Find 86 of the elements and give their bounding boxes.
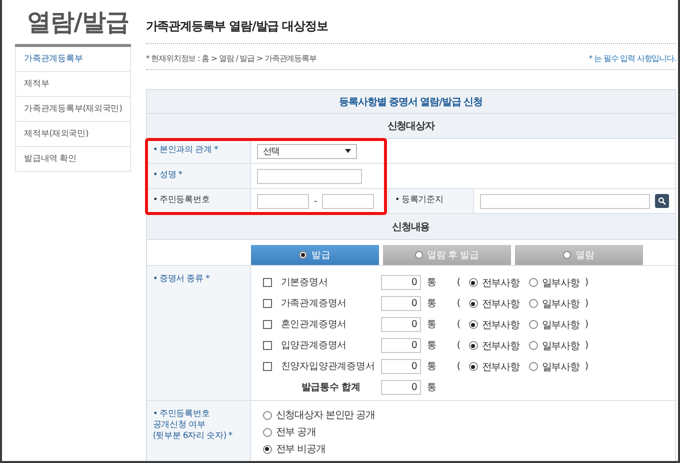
radio-button[interactable] bbox=[468, 299, 478, 308]
radio-option[interactable]: 일부사항 bbox=[528, 296, 585, 310]
required-note: * 는 필수 입력 사항입니다. bbox=[588, 53, 676, 64]
radio-button[interactable] bbox=[262, 444, 272, 454]
field-label: • 성명 * bbox=[146, 164, 251, 188]
sidebar-item[interactable]: 제적부 bbox=[15, 72, 131, 97]
parenthesis: ( bbox=[456, 340, 461, 351]
radio-option[interactable]: 일부사항 bbox=[528, 318, 585, 332]
field-label: • 주민등록번호 공개신청 여부 (뒷부분 6자리 숫자) * bbox=[146, 401, 251, 461]
sidebar-item[interactable]: 제적부(재외국민) bbox=[15, 122, 131, 147]
checkbox[interactable] bbox=[262, 299, 272, 308]
radio-option[interactable]: 일부사항 bbox=[528, 360, 585, 374]
parenthesis: ) bbox=[584, 361, 589, 372]
page-title: 가족관계등록부 열람/발급 대상정보 bbox=[146, 0, 676, 44]
unit-label: 통 bbox=[426, 276, 438, 289]
parenthesis: ( bbox=[456, 361, 461, 372]
section-header: 신청대상자 bbox=[146, 114, 675, 139]
radio-button[interactable] bbox=[468, 320, 478, 329]
unit-label: 통 bbox=[426, 297, 438, 310]
radio-option[interactable]: 전부 공개 bbox=[262, 425, 376, 439]
radio-button[interactable] bbox=[528, 320, 538, 329]
unit-label: 통 bbox=[426, 360, 438, 373]
count-input[interactable]: 0 bbox=[380, 359, 421, 374]
certificate-name: 기본증명서 bbox=[280, 276, 329, 289]
parenthesis: ) bbox=[584, 298, 589, 309]
parenthesis: ) bbox=[584, 340, 589, 351]
radio-option[interactable]: 전부사항 bbox=[468, 296, 529, 310]
checkbox[interactable] bbox=[262, 320, 272, 329]
separator: - bbox=[314, 196, 317, 206]
certificate-name: 친양자입양관계증명서 bbox=[280, 360, 376, 373]
breadcrumb: * 현재위치정보 : 홈 > 열람 / 발급 > 가족관계등록부 bbox=[146, 53, 316, 64]
unit-label: 통 bbox=[426, 339, 438, 352]
radio-option[interactable]: 전부사항 bbox=[468, 338, 529, 352]
radio-option[interactable]: 전부사항 bbox=[468, 360, 529, 374]
radio-button[interactable] bbox=[468, 362, 478, 371]
sidebar-item[interactable]: 가족관계등록부 bbox=[15, 47, 131, 72]
certificate-name: 입양관계증명서 bbox=[280, 339, 348, 352]
field-label: • 본인과의 관계 * bbox=[146, 139, 251, 163]
parenthesis: ( bbox=[456, 298, 461, 309]
rrn-input[interactable] bbox=[256, 194, 309, 208]
radio-option[interactable]: 일부사항 bbox=[528, 276, 585, 290]
unit-label: 통 bbox=[426, 318, 438, 331]
radio-option[interactable]: 일부사항 bbox=[528, 338, 585, 352]
form-title: 등록사항별 증명서 열람/발급 신청 bbox=[146, 90, 675, 114]
search-button[interactable] bbox=[654, 194, 669, 208]
sidebar-title: 열람/발급 bbox=[15, 4, 131, 47]
parenthesis: ( bbox=[456, 277, 461, 288]
sidebar-item[interactable]: 가족관계등록부(재외국민) bbox=[15, 97, 131, 122]
certificate-name: 혼인관계증명서 bbox=[280, 318, 348, 331]
count-input[interactable]: 0 bbox=[380, 338, 421, 353]
radio-option[interactable]: 신청대상자 본인만 공개 bbox=[262, 408, 376, 422]
radio-option[interactable]: 전부 비공개 bbox=[262, 442, 376, 456]
parenthesis: ( bbox=[456, 319, 461, 330]
certificate-name: 가족관계증명서 bbox=[280, 297, 348, 310]
checkbox[interactable] bbox=[262, 278, 272, 287]
parenthesis: ) bbox=[584, 319, 589, 330]
caret-icon bbox=[344, 149, 351, 153]
radio-button[interactable] bbox=[468, 278, 478, 287]
parenthesis: ) bbox=[584, 277, 589, 288]
field-label: • 주민등록번호 bbox=[146, 189, 251, 213]
field-label: • 증명서 종류 * bbox=[146, 266, 251, 400]
total-label: 발급통수 합계 bbox=[300, 381, 362, 394]
radio-button[interactable] bbox=[528, 362, 538, 371]
radio-button[interactable] bbox=[468, 341, 478, 350]
base-place-input[interactable] bbox=[480, 194, 650, 208]
radio-button[interactable] bbox=[528, 299, 538, 308]
radio-button[interactable] bbox=[528, 278, 538, 287]
radio-button[interactable] bbox=[262, 410, 272, 420]
section-header: 신청내용 bbox=[146, 214, 675, 240]
field-label: • 등록기준지 bbox=[388, 189, 474, 213]
total-count-input[interactable]: 0 bbox=[380, 380, 421, 395]
radio-button[interactable] bbox=[262, 428, 272, 436]
count-input[interactable]: 0 bbox=[380, 317, 421, 332]
radio-option[interactable]: 전부사항 bbox=[468, 318, 529, 332]
checkbox[interactable] bbox=[262, 341, 272, 350]
sidebar-item[interactable]: 발급내역 확인 bbox=[15, 147, 131, 172]
relation-dropdown[interactable]: 선택 bbox=[256, 144, 357, 158]
unit-label: 통 bbox=[426, 381, 438, 394]
count-input[interactable]: 0 bbox=[380, 296, 421, 311]
search-icon bbox=[658, 197, 666, 205]
rrn-input[interactable] bbox=[322, 194, 374, 208]
radio-button[interactable] bbox=[528, 341, 538, 350]
checkbox[interactable] bbox=[262, 362, 272, 371]
count-input[interactable]: 0 bbox=[380, 275, 421, 290]
name-input[interactable] bbox=[256, 168, 362, 184]
radio-option[interactable]: 전부사항 bbox=[468, 276, 529, 290]
